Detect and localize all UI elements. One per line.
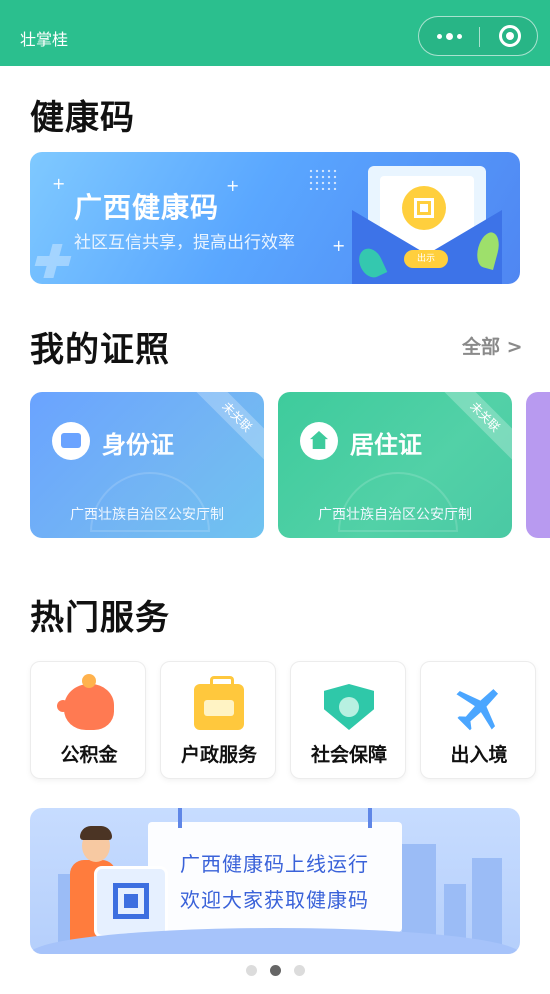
more-dots-icon[interactable] — [419, 17, 479, 55]
promo-line-2: 欢迎大家获取健康码 — [180, 888, 369, 912]
promo-line-1: 广西健康码上线运行 — [180, 852, 369, 876]
license-issuer: 广西壮族自治区公安厅制 — [318, 507, 472, 523]
license-card-id[interactable]: 未关联 身份证 广西壮族自治区公安厅制 — [30, 392, 264, 538]
service-exit-entry[interactable]: 出入境 — [420, 661, 536, 779]
health-code-banner[interactable]: + + + 广西健康码 社区互信共享，提高出行效率 出示 — [30, 152, 520, 284]
service-social-security[interactable]: 社会保障 — [290, 661, 406, 779]
person-hair — [80, 826, 112, 840]
capsule-divider — [479, 27, 480, 47]
pager-dot-active[interactable] — [270, 965, 281, 976]
service-household[interactable]: 户政服务 — [160, 661, 276, 779]
show-code-button[interactable]: 出示 — [404, 250, 448, 268]
service-label: 户政服务 — [180, 744, 257, 766]
phone-qr-illustration — [94, 866, 168, 938]
pager-dot[interactable] — [246, 965, 257, 976]
sparkle-icon: + — [332, 236, 346, 255]
license-name: 身份证 — [102, 431, 174, 459]
service-label: 社会保障 — [310, 744, 387, 766]
unlinked-ribbon: 未关联 — [190, 392, 264, 464]
qr-code-icon — [113, 883, 149, 919]
licenses-heading: 我的证照 — [30, 330, 170, 370]
service-label: 公积金 — [60, 744, 118, 766]
unlinked-ribbon: 未关联 — [438, 392, 512, 464]
top-bar: 壮掌桂 — [0, 0, 550, 66]
plus-decoration — [36, 244, 70, 278]
qr-code-icon — [402, 186, 446, 230]
shield-check-icon — [324, 684, 374, 730]
app-title: 壮掌桂 — [20, 30, 69, 49]
dot-pattern — [308, 168, 338, 190]
license-card-partial[interactable] — [526, 392, 550, 538]
notice-board — [148, 808, 402, 932]
health-code-banner-title: 广西健康码 — [74, 191, 220, 224]
view-all-link[interactable]: 全部 > — [462, 332, 523, 359]
health-code-banner-subtitle: 社区互信共享，提高出行效率 — [74, 233, 295, 253]
promo-banner[interactable]: 广西健康码上线运行 欢迎大家获取健康码 — [30, 808, 520, 954]
license-name: 居住证 — [350, 431, 422, 459]
home-icon — [300, 422, 338, 460]
license-issuer: 广西壮族自治区公安厅制 — [70, 507, 224, 523]
id-card-icon — [52, 422, 90, 460]
airplane-icon — [445, 673, 513, 741]
services-heading: 热门服务 — [30, 598, 170, 638]
service-label: 出入境 — [450, 744, 508, 766]
mini-program-capsule — [418, 16, 538, 56]
license-card-residence[interactable]: 未关联 居住证 广西壮族自治区公安厅制 — [278, 392, 512, 538]
pager-dot[interactable] — [294, 965, 305, 976]
sparkle-icon: + — [226, 176, 240, 195]
health-code-heading: 健康码 — [30, 98, 135, 138]
service-housing-fund[interactable]: 公积金 — [30, 661, 146, 779]
target-close-icon[interactable] — [499, 25, 521, 47]
household-id-icon — [194, 676, 244, 730]
sparkle-icon: + — [52, 174, 66, 193]
piggy-bank-icon — [57, 674, 114, 730]
